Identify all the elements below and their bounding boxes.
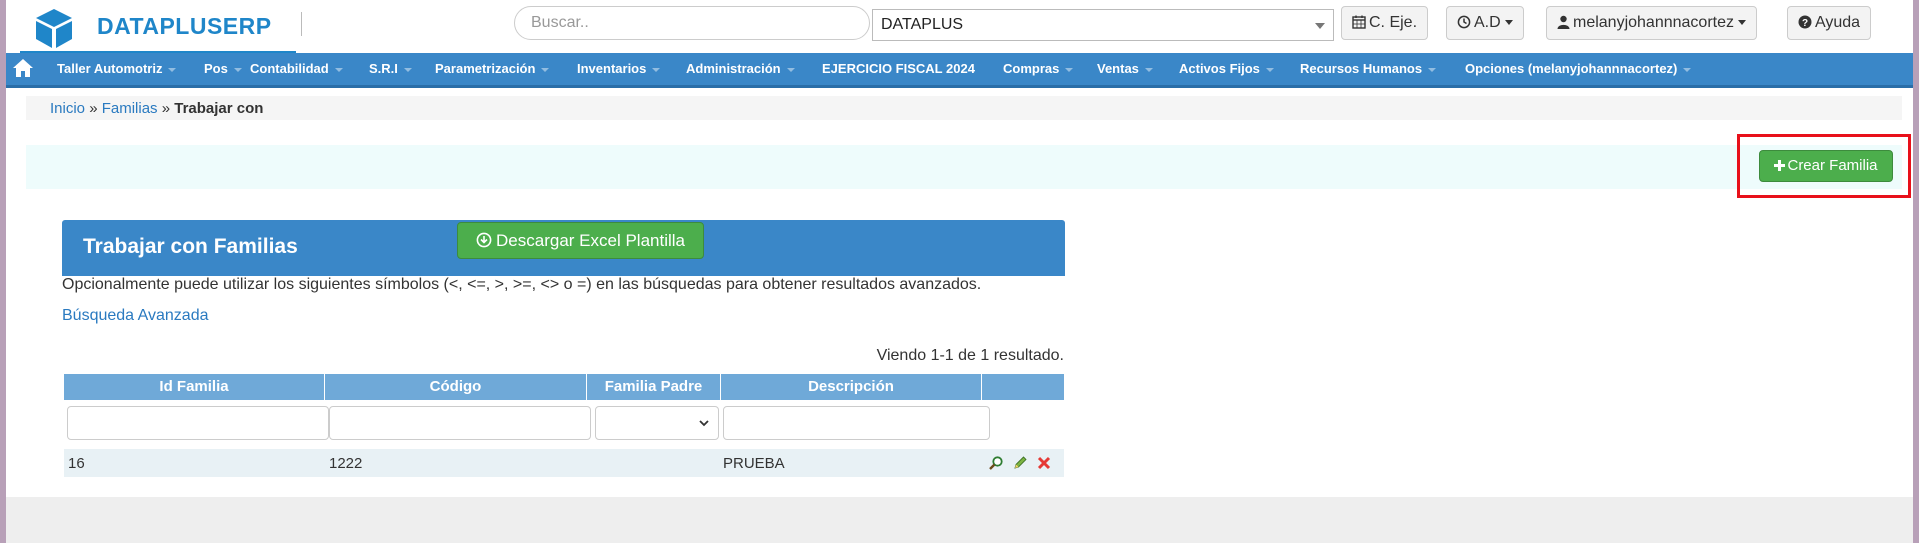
download-excel-label: Descargar Excel Plantilla [496,231,685,250]
search-input[interactable] [514,6,870,40]
nav-item-compras[interactable]: Compras [1003,61,1074,76]
nav-item-pos[interactable]: Pos [204,61,242,76]
fiscal-year-label: C. Eje. [1369,14,1418,31]
caret-down-icon [233,67,242,72]
breadcrumb-home-link[interactable]: Inicio [50,100,85,117]
search-hint: Opcionalmente puede utilizar los siguien… [62,276,982,293]
nav-item-inventarios[interactable]: Inventarios [577,61,661,76]
nav-item-sri[interactable]: S.R.I [369,61,412,76]
caret-down-icon [403,67,412,72]
caret-down-icon [1144,67,1153,72]
caret-down-icon [541,67,550,72]
breadcrumb: Inicio » Familias » Trabajar con [50,100,263,117]
filter-familia-padre-select[interactable] [595,406,719,440]
download-circle-icon [476,232,492,248]
main-nav: Taller Automotriz Pos Contabilidad S.R.I… [6,53,1913,88]
breadcrumb-separator: » [89,100,98,117]
question-circle-icon: ? [1798,15,1812,29]
filter-id-input[interactable] [67,406,329,440]
breadcrumb-bar [26,96,1902,120]
caret-down-icon [1428,67,1437,72]
nav-item-recursos-humanos[interactable]: Recursos Humanos [1300,61,1437,76]
user-icon [1557,15,1570,29]
company-select[interactable]: DATAPLUS [872,9,1334,41]
chevron-down-icon [699,420,709,427]
grid-header: Id Familia Código Familia Padre Descripc… [64,374,1064,400]
help-label: Ayuda [1815,14,1861,31]
column-header-id[interactable]: Id Familia [64,374,325,400]
filter-codigo-input[interactable] [329,406,591,440]
cell-id: 16 [68,455,85,472]
delete-x-icon[interactable] [1036,455,1052,471]
breadcrumb-familias-link[interactable]: Familias [102,100,158,117]
column-header-descripcion[interactable]: Descripción [721,374,982,400]
home-icon[interactable] [12,58,34,78]
fiscal-year-button[interactable]: C. Eje. [1341,6,1429,40]
user-menu-button[interactable]: melanyjohannnacortez [1546,6,1757,40]
cell-codigo: 1222 [329,455,363,472]
panel-title: Trabajar con Familias [83,235,298,258]
cube-logo-icon[interactable] [32,6,76,50]
clock-icon [1457,15,1471,29]
caret-down-icon [1265,67,1274,72]
result-summary: Viendo 1-1 de 1 resultado. [876,347,1064,364]
user-name: melanyjohannnacortez [1573,14,1734,31]
column-header-codigo[interactable]: Código [325,374,587,400]
nav-item-parametrizacion[interactable]: Parametrización [435,61,550,76]
nav-item-ejercicio-fiscal[interactable]: EJERCICIO FISCAL 2024 [822,61,975,76]
calendar-icon [1352,15,1366,29]
caret-down-icon [334,67,343,72]
filter-descripcion-input[interactable] [723,406,990,440]
ad-label: A.D [1474,14,1501,31]
chevron-down-icon [1315,23,1325,29]
svg-text:?: ? [1802,18,1808,29]
app-frame: DATAPLUSERP DATAPLUS C. Eje. A.D [6,0,1913,543]
breadcrumb-separator: » [161,100,171,117]
nav-item-activos-fijos[interactable]: Activos Fijos [1179,61,1274,76]
cell-descripcion: PRUEBA [723,455,785,472]
view-magnifier-icon[interactable] [988,455,1004,471]
highlight-box [1737,134,1911,198]
edit-pencil-icon[interactable] [1012,455,1028,471]
nav-item-opciones[interactable]: Opciones (melanyjohannnacortez) [1465,61,1692,76]
column-header-familia-padre[interactable]: Familia Padre [587,374,721,400]
caret-down-icon [1065,67,1074,72]
help-button[interactable]: ? Ayuda [1787,6,1872,40]
column-header-actions [982,374,1064,400]
action-bar [26,145,1902,189]
caret-down-icon [1683,67,1692,72]
nav-item-contabilidad[interactable]: Contabilidad [250,61,343,76]
breadcrumb-current: Trabajar con [174,100,264,117]
caret-down-icon [168,67,177,72]
download-excel-template-button[interactable]: Descargar Excel Plantilla [457,222,704,259]
caret-down-icon [1738,20,1746,26]
page-footer [6,497,1913,543]
caret-down-icon [786,67,795,72]
company-select-value: DATAPLUS [881,16,964,33]
nav-item-ventas[interactable]: Ventas [1097,61,1153,76]
top-bar: DATAPLUSERP DATAPLUS C. Eje. A.D [6,0,1913,53]
nav-item-administracion[interactable]: Administración [686,61,795,76]
caret-down-icon [1504,20,1513,26]
ad-dropdown-button[interactable]: A.D [1446,6,1524,40]
advanced-search-link[interactable]: Búsqueda Avanzada [62,307,209,325]
caret-down-icon [652,67,661,72]
table-row[interactable] [64,449,1064,477]
nav-item-taller[interactable]: Taller Automotriz [57,61,177,76]
brand-name[interactable]: DATAPLUSERP [97,13,272,40]
brand-separator [301,12,302,36]
